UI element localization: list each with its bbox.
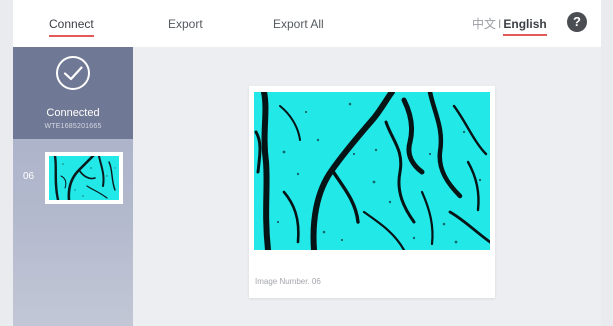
nav-connect[interactable]: Connect bbox=[49, 16, 94, 37]
image-preview-card: Image Number. 06 bbox=[249, 86, 495, 298]
question-circle-icon[interactable]: ? bbox=[567, 12, 587, 32]
image-caption: Image Number. 06 bbox=[255, 277, 321, 286]
check-circle-icon bbox=[56, 56, 90, 90]
thumbnail-item[interactable]: 06 bbox=[13, 151, 133, 205]
language-separator: I bbox=[498, 17, 502, 31]
language-english[interactable]: English bbox=[503, 17, 546, 31]
device-status: Connected bbox=[46, 107, 100, 119]
language-switch: 中文 I English bbox=[472, 16, 547, 32]
top-nav-bar: Connect Export Export All 中文 I English ? bbox=[13, 0, 601, 47]
thumbnail-image[interactable] bbox=[45, 152, 123, 204]
scan-image bbox=[254, 92, 490, 250]
device-card[interactable]: Connected WTE1685201665 bbox=[13, 47, 133, 139]
thumbnail-scan-image bbox=[49, 156, 119, 200]
app-window: Connect Export Export All 中文 I English ? C… bbox=[13, 0, 601, 326]
thumbnail-number: 06 bbox=[23, 171, 35, 182]
nav-export[interactable]: Export bbox=[168, 16, 203, 32]
language-chinese[interactable]: 中文 bbox=[472, 17, 496, 31]
device-id: WTE1685201665 bbox=[44, 123, 102, 130]
nav-export-all[interactable]: Export All bbox=[273, 16, 324, 32]
sidebar: Connected WTE1685201665 06 bbox=[13, 47, 133, 326]
